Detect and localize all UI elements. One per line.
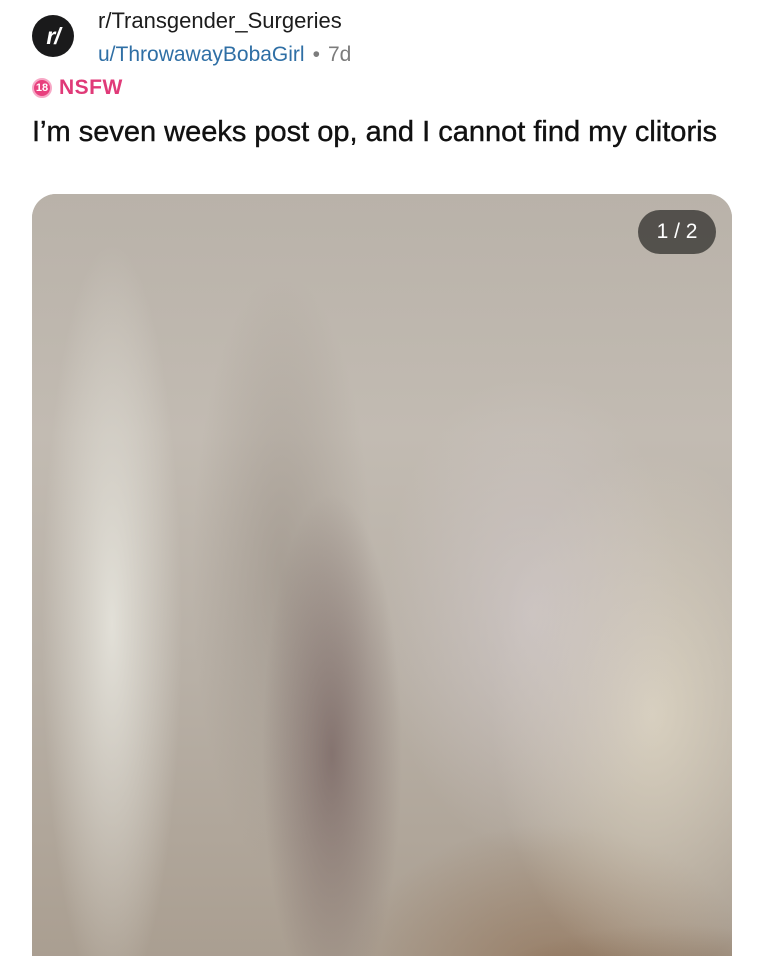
- nsfw-tag: 18 NSFW: [32, 76, 123, 100]
- meta-separator: •: [312, 43, 320, 66]
- gallery-counter: 1 / 2: [638, 210, 716, 254]
- post-image-gallery[interactable]: 1 / 2: [32, 194, 732, 956]
- blurred-nsfw-image[interactable]: [32, 194, 732, 956]
- subreddit-avatar[interactable]: r/: [32, 15, 74, 57]
- post-age: 7d: [327, 43, 352, 66]
- author-username[interactable]: u/ThrowawayBobaGirl: [98, 42, 305, 68]
- nsfw-label: NSFW: [59, 76, 123, 99]
- post-meta: r/Transgender_Surgeries u/ThrowawayBobaG…: [98, 8, 351, 68]
- post-card[interactable]: r/ r/Transgender_Surgeries u/ThrowawayBo…: [0, 0, 765, 956]
- post-title[interactable]: I’m seven weeks post op, and I cannot fi…: [32, 114, 732, 150]
- nsfw-18-icon: 18: [32, 78, 52, 98]
- post-header: r/ r/Transgender_Surgeries u/ThrowawayBo…: [32, 8, 351, 68]
- subreddit-icon: r/: [46, 22, 60, 49]
- subreddit-name[interactable]: r/Transgender_Surgeries: [98, 8, 351, 34]
- author-line: u/ThrowawayBobaGirl • 7d: [98, 42, 351, 68]
